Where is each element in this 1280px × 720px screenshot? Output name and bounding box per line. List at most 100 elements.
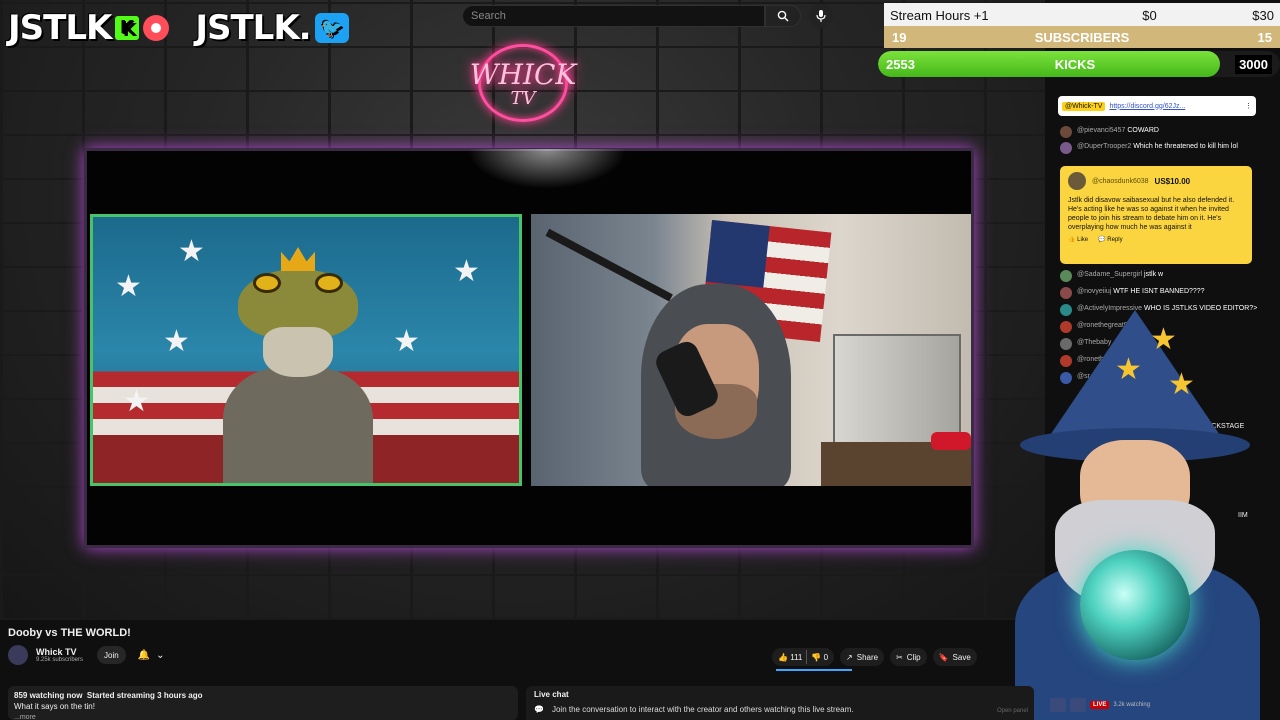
kick-badge-icon: K: [115, 16, 140, 40]
stream-hours-label: Stream Hours +1: [890, 7, 989, 23]
more-vert-icon[interactable]: ⋮: [1245, 102, 1252, 110]
subscribers-bar: 19 SUBSCRIBERS 15: [884, 26, 1280, 48]
like-ratio-bar: [776, 669, 852, 671]
avatar: [1060, 287, 1072, 299]
chat-author[interactable]: @novyeiiuj: [1077, 288, 1111, 295]
dislike-button[interactable]: 👎 0: [811, 653, 828, 662]
scissors-icon: ✂: [896, 652, 903, 662]
kicks-goal: 3000: [1235, 54, 1272, 74]
voice-search-button[interactable]: [809, 4, 833, 28]
notifications-button[interactable]: 🔔 ⌄: [138, 650, 165, 661]
watching-count: 859 watching now: [14, 691, 83, 700]
chat-message: @DuperTrooper2 Which he threatened to ki…: [1060, 142, 1260, 154]
camera-right-host: [531, 214, 971, 486]
chevron-down-icon: ⌄: [156, 649, 165, 661]
neon-logo-top: WHICK: [469, 58, 577, 91]
kicks-label: KICKS: [1054, 56, 1096, 72]
kicks-current: 2553: [886, 56, 915, 72]
kicks-goal-bar: 2553 KICKS 3000: [878, 51, 1280, 77]
chat-message: @pievanci5457 COWARD: [1060, 126, 1260, 138]
share-icon: ↗: [846, 652, 853, 662]
description-box[interactable]: 859 watching now Started streaming 3 hou…: [8, 686, 518, 720]
product-boxes: [833, 334, 961, 444]
super-chat-amount: US$10.00: [1154, 176, 1191, 186]
like-button[interactable]: 👍 111: [778, 653, 802, 662]
avatar: [1068, 172, 1086, 190]
super-chat-text: Jstlk did disavow saibasexual but he als…: [1068, 197, 1235, 231]
stream-hours-current: $0: [1142, 7, 1157, 23]
like-button[interactable]: 👍 Like: [1068, 236, 1088, 243]
kick-logo: JSTLK K: [8, 8, 170, 48]
join-button[interactable]: Join: [97, 646, 126, 664]
crystal-ball: [1080, 550, 1190, 660]
whick-tv-neon-logo: WHICK TV: [468, 42, 578, 122]
chat-message: @Sadame_Supergirl jstlk w: [1060, 270, 1260, 282]
chat-author[interactable]: @DuperTrooper2: [1077, 143, 1131, 150]
stream-start-time: Started streaming 3 hours ago: [86, 691, 203, 700]
super-chat-message: @chaosdunk6038 US$10.00 Jstlk did disavo…: [1060, 166, 1252, 264]
avatar: [1060, 126, 1072, 138]
live-chat-header: Live chat: [534, 690, 569, 699]
search-button[interactable]: [765, 5, 801, 27]
open-panel-button[interactable]: Open panel: [997, 708, 1028, 714]
stream-hours-bar: Stream Hours +1 $0 $30: [884, 3, 1280, 27]
live-chat-prompt: Join the conversation to interact with t…: [551, 705, 854, 714]
video-actions: 👍 111 👎 0 ↗ Share ✂ Clip 🔖 Save: [772, 648, 977, 666]
chat-message: @novyeiiuj WTF HE ISNT BANNED????: [1060, 287, 1260, 299]
stream-logos: JSTLK K JSTLK. 🐦: [8, 8, 349, 48]
reply-button[interactable]: 💬 Reply: [1098, 236, 1122, 243]
description-text: What it says on the tin!: [14, 702, 95, 711]
chat-author[interactable]: @pievanci5457: [1077, 127, 1125, 134]
neon-logo-bottom: TV: [510, 88, 536, 109]
like-dislike-group: 👍 111 👎 0: [772, 648, 835, 666]
subscribers-goal: 15: [1257, 29, 1272, 45]
search-input[interactable]: Search: [462, 5, 765, 27]
live-chat-collapsed[interactable]: Live chat 💬 Join the conversation to int…: [526, 686, 1034, 720]
video-title: Dooby vs THE WORLD!: [8, 627, 131, 639]
subscribers-current: 19: [892, 29, 907, 45]
thumbs-down-icon: 👎: [811, 652, 822, 662]
wizard-mascot: ★ ★ ★: [1010, 310, 1270, 720]
stream-background: JSTLK K JSTLK. 🐦 WHICK TV ★ ★ ★ ★ ★ ★: [0, 0, 1045, 620]
page: JSTLK K JSTLK. 🐦 WHICK TV ★ ★ ★ ★ ★ ★ Se…: [0, 0, 1280, 720]
stream-hours-goal: $30: [1252, 7, 1274, 23]
chat-icon: 💬: [534, 705, 544, 714]
microphone-icon: [816, 10, 826, 22]
chat-text: WTF HE ISNT BANNED????: [1111, 288, 1205, 295]
thumbnail[interactable]: [1070, 698, 1086, 712]
pinned-author: @Whick-TV: [1062, 101, 1106, 111]
channel-row: Whick TV 9.25k subscribers Join 🔔 ⌄: [8, 645, 165, 665]
mini-watching-count: 3.2k watching: [1113, 702, 1151, 708]
avatar: [1060, 142, 1072, 154]
twitter-logo-text: JSTLK.: [195, 8, 311, 48]
thumbnail[interactable]: [1050, 698, 1066, 712]
channel-name[interactable]: Whick TV: [36, 647, 83, 657]
record-icon: [143, 15, 170, 41]
chat-text: Which he threatened to kill him lol: [1131, 143, 1238, 150]
chat-text: COWARD: [1125, 127, 1159, 134]
chat-text: jstlk w: [1142, 271, 1164, 278]
clip-button[interactable]: ✂ Clip: [890, 648, 927, 666]
bell-icon: 🔔: [137, 649, 151, 661]
mini-player-info: LIVE 3.2k watching: [1050, 698, 1150, 712]
super-chat-author: @chaosdunk6038: [1092, 177, 1149, 185]
host-person: [545, 228, 821, 486]
channel-avatar[interactable]: [8, 645, 28, 665]
save-button[interactable]: 🔖 Save: [932, 648, 977, 666]
channel-subscribers: 9.25k subscribers: [36, 657, 84, 663]
pinned-link[interactable]: https://discord.gg/62Jz...: [1109, 103, 1241, 110]
twitter-bird-icon: 🐦: [314, 13, 349, 43]
avatar: [1060, 270, 1072, 282]
kick-logo-text: JSTLK: [8, 8, 112, 48]
bookmark-icon: 🔖: [938, 652, 949, 662]
twitter-logo: JSTLK. 🐦: [195, 8, 349, 48]
more-link[interactable]: ...more: [14, 712, 512, 720]
pinned-message[interactable]: @Whick-TV https://discord.gg/62Jz... ⋮: [1058, 96, 1256, 116]
live-badge: LIVE: [1090, 701, 1110, 709]
video-frame: ★ ★ ★ ★ ★ ★: [84, 148, 974, 548]
share-button[interactable]: ↗ Share: [840, 648, 885, 666]
chat-author[interactable]: @Sadame_Supergirl: [1077, 271, 1142, 278]
search-icon: [777, 10, 789, 22]
thumbs-up-icon: 👍: [778, 652, 788, 662]
camera-left-frog: ★ ★ ★ ★ ★ ★: [90, 214, 522, 486]
